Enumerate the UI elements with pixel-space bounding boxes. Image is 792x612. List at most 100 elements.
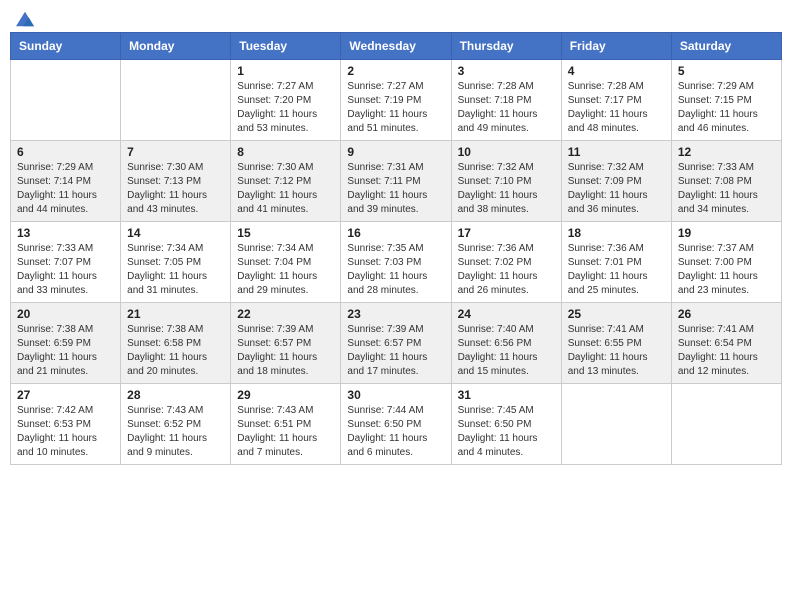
calendar-cell: 22 Sunrise: 7:39 AMSunset: 6:57 PMDayligh… [231, 303, 341, 384]
day-number: 9 [347, 145, 444, 159]
day-info: Sunrise: 7:33 AMSunset: 7:08 PMDaylight:… [678, 161, 775, 217]
calendar-cell: 24Sunrise: 7:40 AMSunset: 6:56 PMDayligh… [451, 303, 561, 384]
day-number: 5 [678, 64, 775, 78]
day-number: 24 [458, 307, 555, 321]
calendar-header-monday: Monday [121, 33, 231, 60]
day-number: 6 [17, 145, 114, 159]
calendar-cell: 18 Sunrise: 7:36 AMSunset: 7:01 PMDayligh… [561, 222, 671, 303]
day-number: 11 [568, 145, 665, 159]
calendar-cell: 1Sunrise: 7:27 AMSunset: 7:20 PMDaylight… [231, 60, 341, 141]
calendar-cell: 21 Sunrise: 7:38 AMSunset: 6:58 PMDayligh… [121, 303, 231, 384]
calendar-cell: 19Sunrise: 7:37 AMSunset: 7:00 PMDayligh… [671, 222, 781, 303]
day-number: 4 [568, 64, 665, 78]
calendar-cell: 6 Sunrise: 7:29 AMSunset: 7:14 PMDaylight… [11, 141, 121, 222]
day-number: 21 [127, 307, 224, 321]
day-info: Sunrise: 7:36 AMSunset: 7:01 PMDaylight:… [568, 242, 665, 298]
day-number: 29 [237, 388, 334, 402]
day-info: Sunrise: 7:32 AMSunset: 7:10 PMDaylight:… [458, 161, 555, 217]
day-info: Sunrise: 7:38 AMSunset: 6:58 PMDaylight:… [127, 323, 224, 379]
calendar-table: SundayMondayTuesdayWednesdayThursdayFrid… [10, 32, 782, 465]
day-number: 10 [458, 145, 555, 159]
calendar-cell [561, 384, 671, 465]
day-info: Sunrise: 7:29 AMSunset: 7:15 PMDaylight:… [678, 80, 775, 136]
day-info: Sunrise: 7:42 AMSunset: 6:53 PMDaylight:… [17, 404, 114, 460]
calendar-cell [121, 60, 231, 141]
calendar-cell: 28Sunrise: 7:43 AMSunset: 6:52 PMDayligh… [121, 384, 231, 465]
day-number: 12 [678, 145, 775, 159]
day-number: 18 [568, 226, 665, 240]
calendar-week-row: 6 Sunrise: 7:29 AMSunset: 7:14 PMDaylight… [11, 141, 782, 222]
calendar-cell: 30 Sunrise: 7:44 AMSunset: 6:50 PMDayligh… [341, 384, 451, 465]
day-number: 27 [17, 388, 114, 402]
day-number: 30 [347, 388, 444, 402]
calendar-week-row: 13 Sunrise: 7:33 AMSunset: 7:07 PMDayligh… [11, 222, 782, 303]
day-info: Sunrise: 7:33 AMSunset: 7:07 PMDaylight:… [17, 242, 114, 298]
day-number: 31 [458, 388, 555, 402]
calendar-cell: 13 Sunrise: 7:33 AMSunset: 7:07 PMDayligh… [11, 222, 121, 303]
day-info: Sunrise: 7:28 AMSunset: 7:18 PMDaylight:… [458, 80, 555, 136]
calendar-cell: 9 Sunrise: 7:31 AMSunset: 7:11 PMDaylight… [341, 141, 451, 222]
day-number: 2 [347, 64, 444, 78]
calendar-cell: 14 Sunrise: 7:34 AMSunset: 7:05 PMDayligh… [121, 222, 231, 303]
calendar-cell: 11Sunrise: 7:32 AMSunset: 7:09 PMDayligh… [561, 141, 671, 222]
day-number: 1 [237, 64, 334, 78]
day-number: 7 [127, 145, 224, 159]
calendar-cell [11, 60, 121, 141]
day-info: Sunrise: 7:39 AMSunset: 6:57 PMDaylight:… [347, 323, 444, 379]
day-info: Sunrise: 7:30 AMSunset: 7:13 PMDaylight:… [127, 161, 224, 217]
day-info: Sunrise: 7:37 AMSunset: 7:00 PMDaylight:… [678, 242, 775, 298]
calendar-week-row: 20 Sunrise: 7:38 AMSunset: 6:59 PMDayligh… [11, 303, 782, 384]
calendar-cell: 2 Sunrise: 7:27 AMSunset: 7:19 PMDaylight… [341, 60, 451, 141]
day-info: Sunrise: 7:34 AMSunset: 7:05 PMDaylight:… [127, 242, 224, 298]
day-number: 15 [237, 226, 334, 240]
calendar-cell: 12 Sunrise: 7:33 AMSunset: 7:08 PMDayligh… [671, 141, 781, 222]
day-number: 23 [347, 307, 444, 321]
calendar-header-sunday: Sunday [11, 33, 121, 60]
calendar-header-tuesday: Tuesday [231, 33, 341, 60]
day-number: 25 [568, 307, 665, 321]
calendar-week-row: 1Sunrise: 7:27 AMSunset: 7:20 PMDaylight… [11, 60, 782, 141]
day-info: Sunrise: 7:38 AMSunset: 6:59 PMDaylight:… [17, 323, 114, 379]
day-number: 17 [458, 226, 555, 240]
calendar-cell: 23 Sunrise: 7:39 AMSunset: 6:57 PMDayligh… [341, 303, 451, 384]
calendar-cell: 4 Sunrise: 7:28 AMSunset: 7:17 PMDaylight… [561, 60, 671, 141]
day-number: 8 [237, 145, 334, 159]
calendar-cell: 3Sunrise: 7:28 AMSunset: 7:18 PMDaylight… [451, 60, 561, 141]
calendar-cell: 25Sunrise: 7:41 AMSunset: 6:55 PMDayligh… [561, 303, 671, 384]
day-info: Sunrise: 7:41 AMSunset: 6:54 PMDaylight:… [678, 323, 775, 379]
calendar-cell: 29 Sunrise: 7:43 AMSunset: 6:51 PMDayligh… [231, 384, 341, 465]
calendar-cell [671, 384, 781, 465]
day-number: 20 [17, 307, 114, 321]
calendar-cell: 27 Sunrise: 7:42 AMSunset: 6:53 PMDayligh… [11, 384, 121, 465]
day-info: Sunrise: 7:27 AMSunset: 7:19 PMDaylight:… [347, 80, 444, 136]
day-number: 26 [678, 307, 775, 321]
day-info: Sunrise: 7:43 AMSunset: 6:51 PMDaylight:… [237, 404, 334, 460]
calendar-cell: 16Sunrise: 7:35 AMSunset: 7:03 PMDayligh… [341, 222, 451, 303]
logo [14, 10, 34, 24]
day-info: Sunrise: 7:34 AMSunset: 7:04 PMDaylight:… [237, 242, 334, 298]
logo-icon [16, 10, 34, 28]
day-info: Sunrise: 7:43 AMSunset: 6:52 PMDaylight:… [127, 404, 224, 460]
day-number: 14 [127, 226, 224, 240]
calendar-header-wednesday: Wednesday [341, 33, 451, 60]
day-info: Sunrise: 7:30 AMSunset: 7:12 PMDaylight:… [237, 161, 334, 217]
calendar-cell: 7 Sunrise: 7:30 AMSunset: 7:13 PMDaylight… [121, 141, 231, 222]
calendar-week-row: 27 Sunrise: 7:42 AMSunset: 6:53 PMDayligh… [11, 384, 782, 465]
day-info: Sunrise: 7:44 AMSunset: 6:50 PMDaylight:… [347, 404, 444, 460]
day-info: Sunrise: 7:31 AMSunset: 7:11 PMDaylight:… [347, 161, 444, 217]
day-info: Sunrise: 7:39 AMSunset: 6:57 PMDaylight:… [237, 323, 334, 379]
day-number: 22 [237, 307, 334, 321]
calendar-header-thursday: Thursday [451, 33, 561, 60]
page-header [10, 10, 782, 24]
day-info: Sunrise: 7:45 AMSunset: 6:50 PMDaylight:… [458, 404, 555, 460]
day-info: Sunrise: 7:36 AMSunset: 7:02 PMDaylight:… [458, 242, 555, 298]
calendar-cell: 26 Sunrise: 7:41 AMSunset: 6:54 PMDayligh… [671, 303, 781, 384]
calendar-header-saturday: Saturday [671, 33, 781, 60]
calendar-cell: 8 Sunrise: 7:30 AMSunset: 7:12 PMDaylight… [231, 141, 341, 222]
day-number: 16 [347, 226, 444, 240]
calendar-cell: 31 Sunrise: 7:45 AMSunset: 6:50 PMDayligh… [451, 384, 561, 465]
day-number: 13 [17, 226, 114, 240]
day-info: Sunrise: 7:28 AMSunset: 7:17 PMDaylight:… [568, 80, 665, 136]
calendar-cell: 20 Sunrise: 7:38 AMSunset: 6:59 PMDayligh… [11, 303, 121, 384]
day-info: Sunrise: 7:29 AMSunset: 7:14 PMDaylight:… [17, 161, 114, 217]
